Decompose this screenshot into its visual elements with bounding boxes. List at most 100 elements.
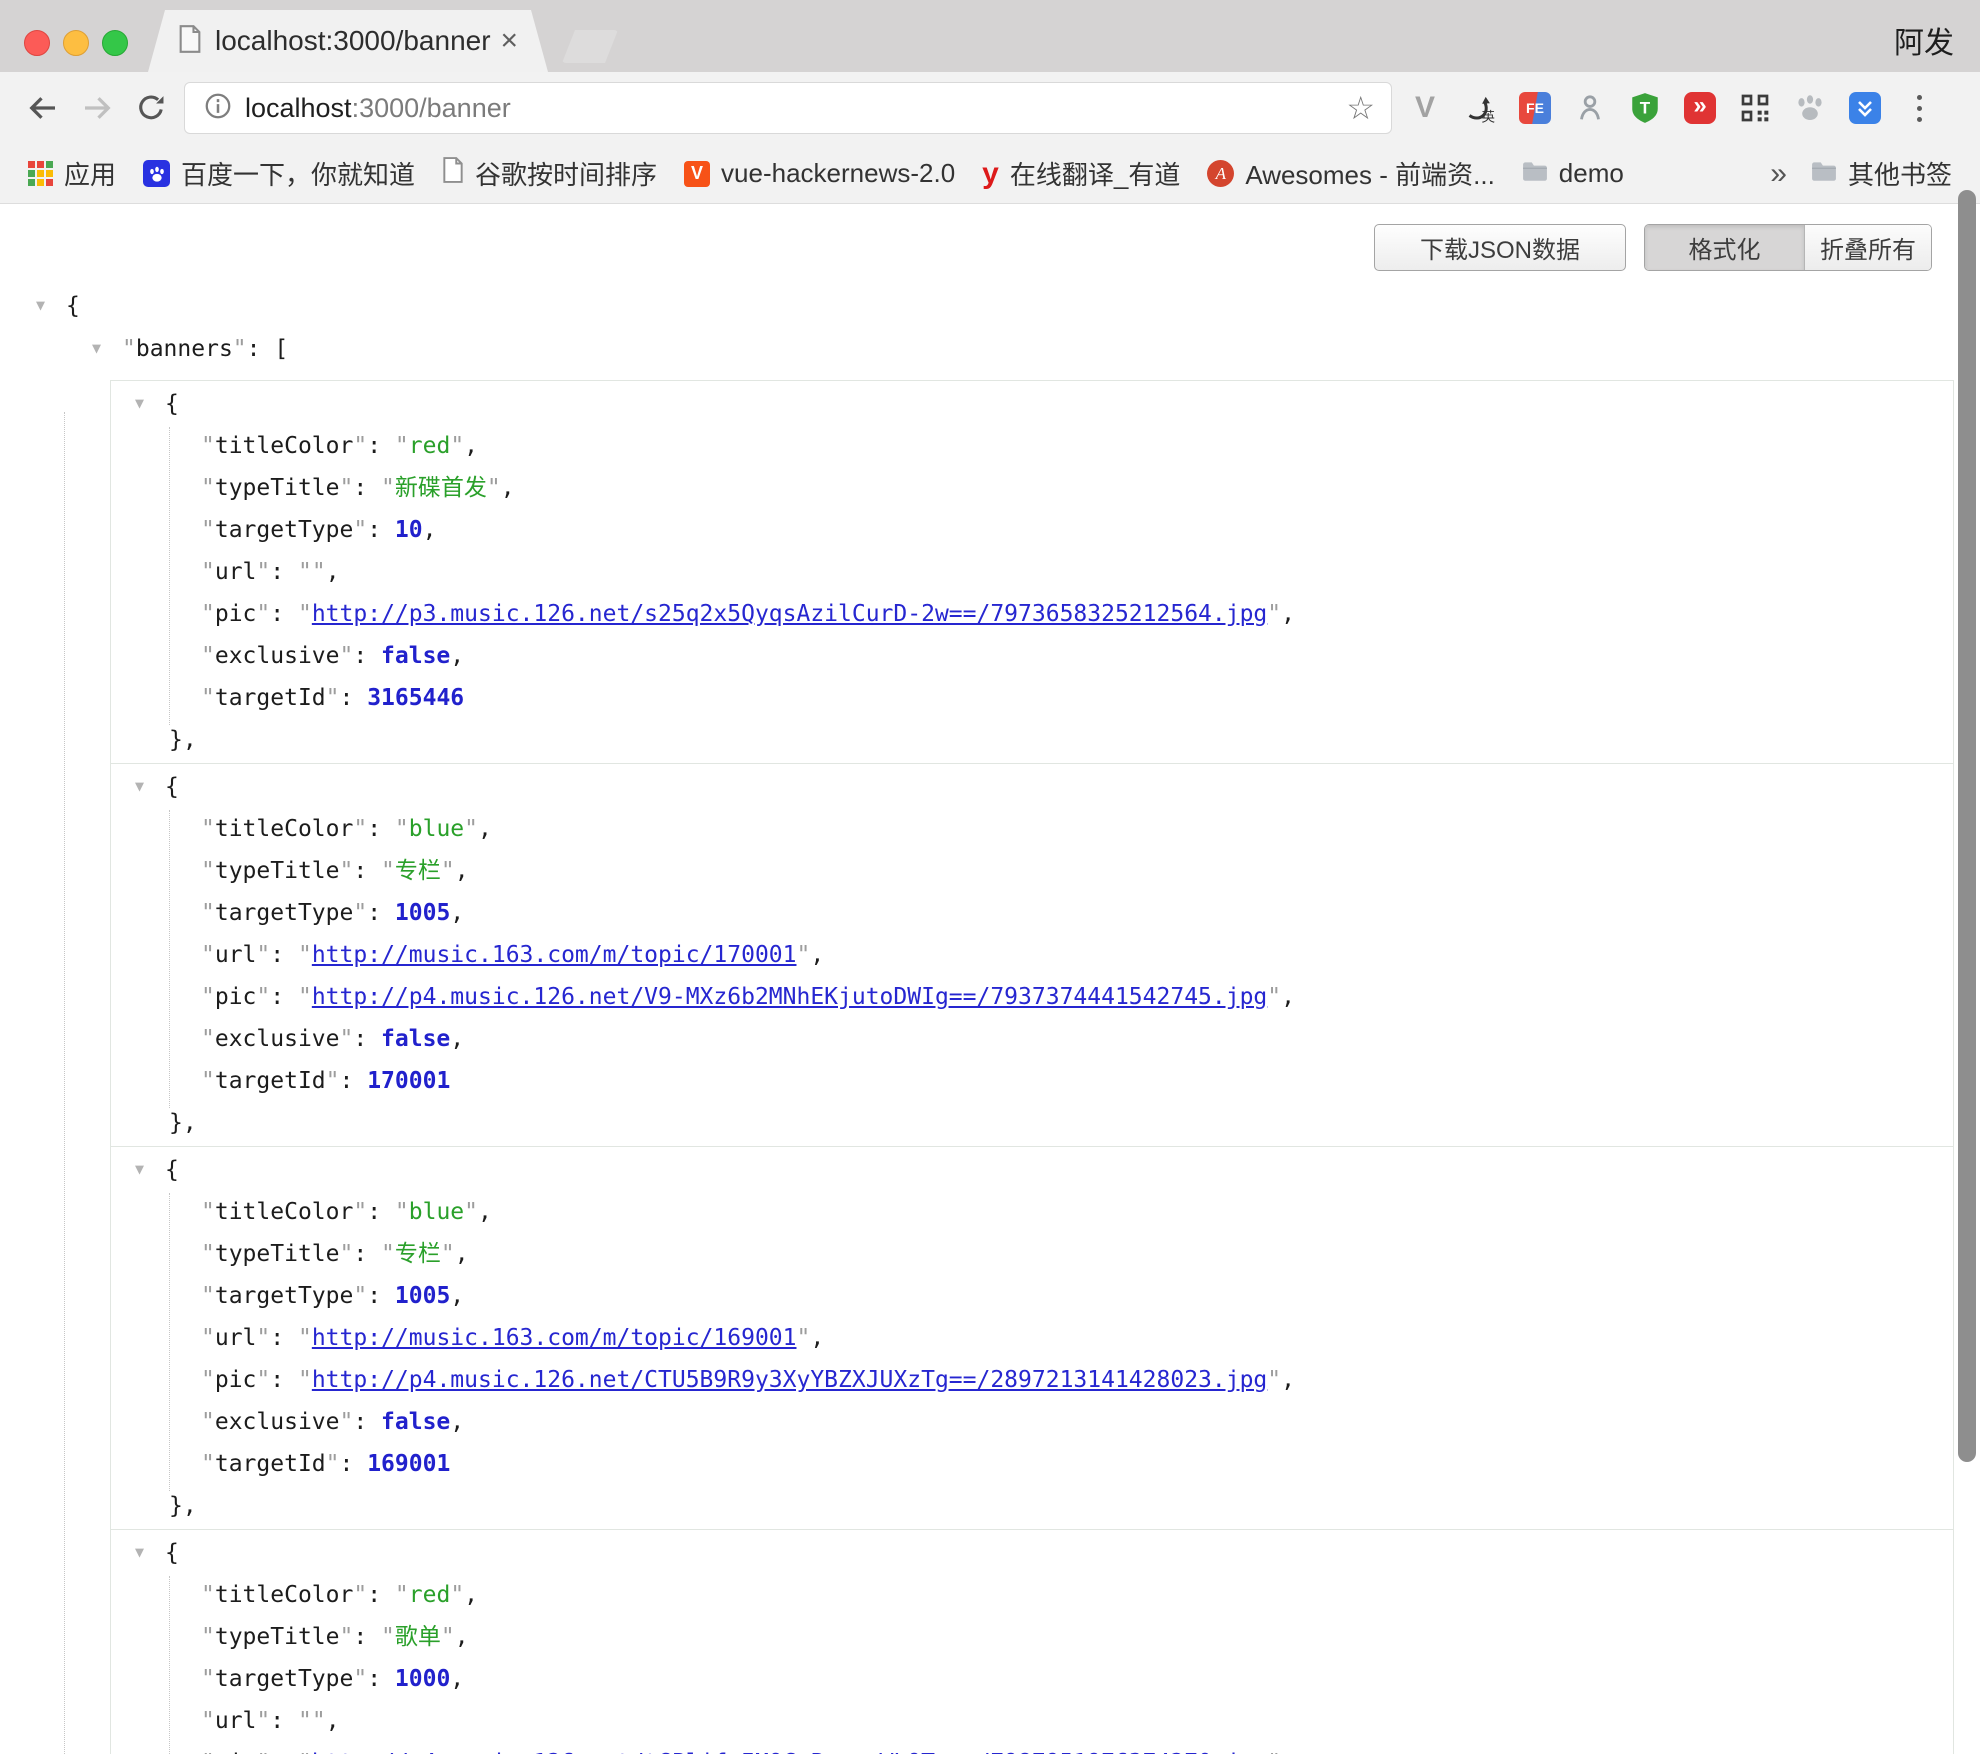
json-token: " (256, 559, 270, 585)
minimize-window-button[interactable] (63, 30, 89, 56)
json-token: " (201, 1241, 215, 1267)
json-token: " (381, 1624, 395, 1650)
json-token: " (201, 816, 215, 842)
json-token: " (201, 1451, 215, 1477)
collapse-toggle-icon[interactable]: ▼ (36, 284, 54, 326)
tab-title: localhost:3000/banner (215, 25, 500, 57)
json-token: , (423, 517, 437, 543)
bookmark-google-sort[interactable]: 谷歌按时间排序 (442, 155, 657, 192)
json-property-url: "url": "", (111, 1700, 1953, 1742)
collapse-toggle-icon[interactable]: ▼ (92, 327, 110, 369)
json-link[interactable]: http://music.163.com/m/topic/170001 (312, 942, 797, 968)
browser-tab[interactable]: localhost:3000/banner × (148, 10, 548, 72)
thunder-extension-icon[interactable] (1846, 89, 1884, 127)
info-icon[interactable] (203, 91, 233, 126)
json-link[interactable]: http://p3.music.126.net/s25q2x5QyqsAzilC… (312, 601, 1267, 627)
person-extension-icon[interactable] (1571, 89, 1609, 127)
json-token: " (298, 1325, 312, 1351)
json-token: " (201, 1325, 215, 1351)
json-token: " (381, 858, 395, 884)
json-token: , (810, 942, 824, 968)
json-token: " (201, 900, 215, 926)
bookmark-youdao-translate[interactable]: y 在线翻译_有道 (982, 155, 1180, 192)
bookmark-vue-hackernews[interactable]: V vue-hackernews-2.0 (684, 158, 955, 189)
qr-code-extension-icon[interactable] (1736, 89, 1774, 127)
json-token: { (165, 391, 179, 417)
json-token: : (367, 1582, 395, 1608)
close-window-button[interactable] (24, 30, 50, 56)
fe-extension-icon[interactable]: FE (1516, 89, 1554, 127)
video-clip-extension-icon[interactable]: » (1681, 89, 1719, 127)
back-button[interactable] (16, 81, 70, 135)
forward-button[interactable] (70, 81, 124, 135)
scrollbar-thumb[interactable] (1958, 190, 1976, 1462)
bookmarks-overflow-chevron[interactable]: » (1770, 159, 1787, 189)
new-tab-button[interactable] (562, 30, 618, 63)
bookmark-star-icon[interactable]: ☆ (1346, 92, 1375, 124)
vue-devtools-icon[interactable]: V (1406, 89, 1444, 127)
json-token: " (201, 1666, 215, 1692)
collapse-all-button[interactable]: 折叠所有 (1805, 225, 1931, 270)
json-link[interactable]: http://p4.music.126.net/CTU5B9R9y3XyYBZX… (312, 1367, 1267, 1393)
format-button[interactable]: 格式化 (1645, 225, 1805, 270)
bookmark-demo-folder[interactable]: demo (1522, 158, 1624, 189)
download-json-button[interactable]: 下载JSON数据 (1374, 224, 1626, 271)
json-token: : (340, 685, 368, 711)
other-bookmarks-folder[interactable]: 其他书签 (1811, 155, 1952, 192)
json-token: " (201, 1708, 215, 1734)
json-number-value: 1000 (395, 1666, 450, 1692)
json-link[interactable]: http://p4.music.126.net/V9-MXz6b2MNhEKju… (312, 984, 1267, 1010)
collapse-toggle-icon[interactable]: ▼ (135, 382, 153, 424)
reload-button[interactable] (124, 81, 178, 135)
json-token: " (353, 433, 367, 459)
json-property-typeTitle: "typeTitle": "专栏", (111, 1233, 1953, 1275)
collapse-toggle-icon[interactable]: ▼ (135, 1148, 153, 1190)
json-key: targetType (215, 900, 353, 926)
json-key: targetId (215, 685, 326, 711)
json-token: " (201, 942, 215, 968)
json-property-url: "url": "http://music.163.com/m/topic/170… (111, 934, 1953, 976)
json-token: , (450, 643, 464, 669)
json-token: " (353, 1666, 367, 1692)
bookmark-apps[interactable]: 应用 (28, 155, 116, 192)
json-token: " (201, 1367, 215, 1393)
json-bool-value: false (381, 1026, 450, 1052)
bookmark-awesomes[interactable]: A Awesomes - 前端资... (1207, 155, 1494, 192)
maximize-window-button[interactable] (102, 30, 128, 56)
json-key: pic (215, 1367, 257, 1393)
json-string-value: blue (409, 816, 464, 842)
json-token: " (339, 1409, 353, 1435)
banner-item-box: ▼{"titleColor": "blue","typeTitle": "专栏"… (110, 763, 1954, 1147)
json-array-boxes: ▼{"titleColor": "red","typeTitle": "新碟首发… (110, 380, 1954, 1754)
json-token: " (256, 1367, 270, 1393)
browser-menu-icon[interactable] (1907, 95, 1932, 122)
paw-extension-icon[interactable] (1791, 89, 1829, 127)
json-token: " (1267, 1750, 1281, 1754)
json-token: } (169, 727, 183, 753)
json-token: , (1281, 601, 1295, 627)
collapse-toggle-icon[interactable]: ▼ (135, 765, 153, 807)
tab-close-icon[interactable]: × (500, 26, 518, 56)
json-token: " (796, 1325, 810, 1351)
json-property-targetType: "targetType": 10, (111, 509, 1953, 551)
json-link[interactable]: http://p4.music.126.net/tGPljf-IMOCyPvum… (312, 1750, 1267, 1754)
profile-name[interactable]: 阿发 (1894, 18, 1954, 62)
json-token: " (353, 816, 367, 842)
json-token: " (298, 559, 312, 585)
json-token: , (810, 1325, 824, 1351)
json-token: : (353, 475, 381, 501)
address-bar[interactable]: localhost :3000/banner ☆ (184, 82, 1392, 134)
url-host: localhost (245, 93, 352, 124)
translate-extension-icon[interactable]: 英 (1461, 89, 1499, 127)
json-key: typeTitle (215, 858, 340, 884)
youdao-y-icon: y (982, 159, 999, 189)
json-token: " (441, 858, 455, 884)
collapse-toggle-icon[interactable]: ▼ (135, 1531, 153, 1573)
json-token: " (298, 942, 312, 968)
baidu-paw-icon (143, 160, 170, 187)
bookmark-baidu[interactable]: 百度一下，你就知道 (143, 155, 415, 192)
json-link[interactable]: http://music.163.com/m/topic/169001 (312, 1325, 797, 1351)
json-property-titleColor: "titleColor": "blue", (111, 808, 1953, 850)
json-token: : (270, 1708, 298, 1734)
shield-extension-icon[interactable]: T (1626, 89, 1664, 127)
